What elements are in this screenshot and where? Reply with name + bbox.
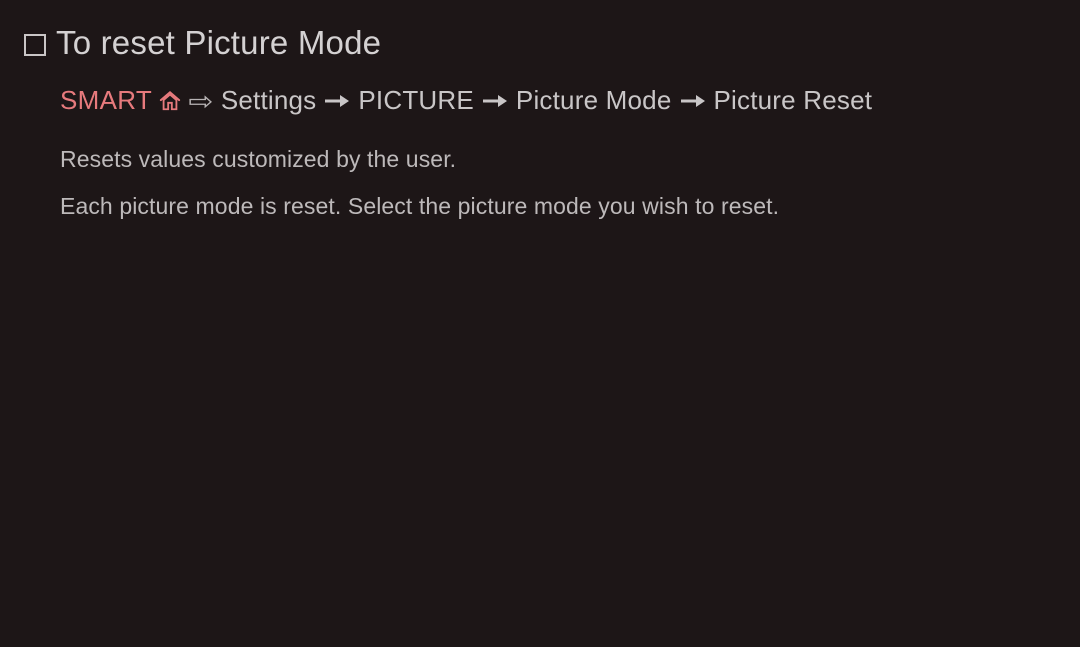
breadcrumb-item: Picture Mode [516,85,672,116]
arrow-hollow-icon: ⇨ [188,88,213,114]
breadcrumb: SMART ⇨ Settings PICTURE Picture Mode Pi… [60,85,872,116]
breadcrumb-item: PICTURE [358,85,474,116]
body-line-2: Each picture mode is reset. Select the p… [60,193,779,220]
section-bullet-icon [24,34,46,56]
arrow-right-icon [325,94,349,108]
arrow-right-icon [483,94,507,108]
breadcrumb-smart-label: SMART [60,85,152,116]
home-icon [159,90,181,112]
page-title-row: To reset Picture Mode [24,24,381,62]
breadcrumb-item: Picture Reset [714,85,873,116]
manual-page: To reset Picture Mode SMART ⇨ Settings P… [0,0,1080,647]
page-title: To reset Picture Mode [56,24,381,62]
body-line-1: Resets values customized by the user. [60,146,456,173]
breadcrumb-item: Settings [221,85,317,116]
arrow-right-icon [681,94,705,108]
